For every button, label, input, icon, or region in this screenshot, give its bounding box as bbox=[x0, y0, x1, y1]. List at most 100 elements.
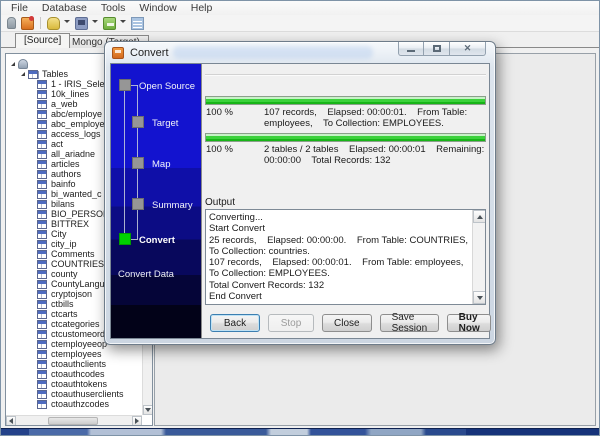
tree-horizontal-scrollbar[interactable] bbox=[6, 415, 142, 425]
table-icon bbox=[37, 340, 47, 349]
divider bbox=[205, 74, 486, 75]
table-progress-percent: 100 % bbox=[206, 107, 233, 118]
step-label-open-source: Open Source bbox=[139, 81, 195, 92]
convert-panel: 100 % 107 records, Elapsed: 00:00:01. Fr… bbox=[201, 64, 489, 338]
dialog-button-row: Back Stop Close Save Session Buy Now bbox=[210, 314, 481, 332]
table-icon bbox=[37, 200, 47, 209]
table-icon bbox=[37, 280, 47, 289]
save-session-button[interactable]: Save Session bbox=[380, 314, 440, 332]
output-line: Start Convert bbox=[209, 223, 470, 234]
connect-icon[interactable] bbox=[7, 17, 16, 29]
tree-item[interactable]: ctoauthzcodes bbox=[6, 399, 142, 409]
table-icon bbox=[37, 320, 47, 329]
database-node-icon bbox=[18, 59, 28, 69]
tree-item-label: ctoauthcodes bbox=[51, 369, 105, 379]
table-icon bbox=[37, 170, 47, 179]
table-progress-row: 100 % 107 records, Elapsed: 00:00:01. Fr… bbox=[206, 107, 487, 131]
table-icon bbox=[37, 350, 47, 359]
chevron-down-icon[interactable] bbox=[64, 20, 70, 23]
tree-item-label: ctbills bbox=[51, 299, 74, 309]
table-icon bbox=[37, 150, 47, 159]
tree-item-label: ctoauthuserclients bbox=[51, 389, 124, 399]
convert-dialog: Convert ✕ Open Source Target Map bbox=[104, 41, 496, 345]
disconnect-icon[interactable] bbox=[21, 17, 34, 30]
tree-item-label: access_logs bbox=[51, 129, 101, 139]
chevron-down-icon[interactable] bbox=[120, 20, 126, 23]
close-icon: ✕ bbox=[464, 43, 472, 54]
output-line: End Convert bbox=[209, 291, 470, 302]
tree-item-label: BIO_PERSON bbox=[51, 209, 110, 219]
tree-item-label: bilans bbox=[51, 199, 75, 209]
dialog-window-buttons: ✕ bbox=[398, 42, 486, 56]
table-icon bbox=[37, 230, 47, 239]
scroll-right-button[interactable] bbox=[132, 416, 142, 426]
maximize-button[interactable] bbox=[424, 42, 450, 56]
output-text: Converting...Start Convert25 records, El… bbox=[209, 212, 470, 302]
total-progress-text: 2 tables / 2 tables Elapsed: 00:00:01 Re… bbox=[264, 144, 492, 166]
expand-triangle-icon[interactable] bbox=[21, 72, 25, 76]
tree-item-label: a_web bbox=[51, 99, 78, 109]
tree-item-label: all_ariadne bbox=[51, 149, 95, 159]
minimize-button[interactable] bbox=[398, 42, 424, 56]
close-dialog-button[interactable]: Close bbox=[322, 314, 372, 332]
step-box-summary bbox=[132, 198, 144, 210]
tables-folder-label: Tables bbox=[42, 69, 68, 79]
output-scrollbar[interactable] bbox=[472, 210, 485, 304]
menu-item-database[interactable]: Database bbox=[35, 2, 94, 15]
tree-item[interactable]: ctoauthtokens bbox=[6, 379, 142, 389]
convert-dialog-icon bbox=[112, 47, 124, 59]
table-icon bbox=[37, 360, 47, 369]
table-icon bbox=[37, 90, 47, 99]
output-line: Converting... bbox=[209, 212, 470, 223]
tree-item[interactable]: ctoauthcodes bbox=[6, 369, 142, 379]
table-icon bbox=[37, 240, 47, 249]
expand-triangle-icon[interactable] bbox=[11, 62, 15, 66]
table-progress-text: 107 records, Elapsed: 00:00:01. From Tab… bbox=[264, 107, 492, 129]
tree-item[interactable]: ctoauthclients bbox=[6, 359, 142, 369]
scroll-up-button[interactable] bbox=[473, 210, 486, 223]
table-icon bbox=[37, 380, 47, 389]
buy-now-button[interactable]: Buy Now bbox=[447, 314, 491, 332]
step-label-summary: Summary bbox=[152, 200, 193, 211]
scroll-thumb[interactable] bbox=[48, 417, 98, 425]
tree-item-label: bi_wanted_c bbox=[51, 189, 102, 199]
table-icon bbox=[37, 180, 47, 189]
minimize-icon bbox=[407, 50, 415, 52]
export-icon[interactable] bbox=[103, 17, 116, 30]
tree-item-label: 10k_lines bbox=[51, 89, 89, 99]
table-icon bbox=[37, 390, 47, 399]
step-label-convert: Convert bbox=[139, 235, 175, 246]
table-icon bbox=[37, 310, 47, 319]
tables-stack-icon bbox=[28, 70, 38, 79]
chevron-down-icon[interactable] bbox=[92, 20, 98, 23]
tree-item-label: 1 - IRIS_Sele bbox=[51, 79, 105, 89]
output-line: Total Convert Records: 132 bbox=[209, 280, 470, 291]
tree-item[interactable]: ctoauthuserclients bbox=[6, 389, 142, 399]
table-icon bbox=[37, 290, 47, 299]
redaction-smudge bbox=[173, 46, 373, 59]
tree-item-label: CountyLangu bbox=[51, 279, 105, 289]
toolbar bbox=[1, 15, 599, 32]
tree-item[interactable]: ctemployees bbox=[6, 349, 142, 359]
tab-source[interactable]: [Source] bbox=[15, 33, 70, 48]
table-icon bbox=[37, 400, 47, 409]
tree-item-label: abc/employe bbox=[51, 109, 102, 119]
monitor-icon[interactable] bbox=[75, 17, 88, 30]
output-box[interactable]: Converting...Start Convert25 records, El… bbox=[205, 209, 486, 305]
table-icon bbox=[37, 190, 47, 199]
close-button[interactable]: ✕ bbox=[450, 42, 486, 56]
back-button[interactable]: Back bbox=[210, 314, 260, 332]
tree-item-label: ctemployees bbox=[51, 349, 102, 359]
menu-item-window[interactable]: Window bbox=[132, 2, 183, 15]
scroll-down-button[interactable] bbox=[143, 405, 153, 415]
wizard-connector-line bbox=[131, 239, 138, 240]
menu-item-tools[interactable]: Tools bbox=[94, 2, 133, 15]
grid-icon[interactable] bbox=[131, 17, 144, 30]
table-icon bbox=[37, 140, 47, 149]
database-icon[interactable] bbox=[47, 17, 60, 30]
scroll-down-button[interactable] bbox=[473, 291, 486, 304]
menu-item-help[interactable]: Help bbox=[184, 2, 220, 15]
menu-item-file[interactable]: File bbox=[4, 2, 35, 15]
dialog-client-area: Open Source Target Map Summary Convert C… bbox=[110, 63, 490, 339]
scroll-left-button[interactable] bbox=[6, 416, 16, 426]
